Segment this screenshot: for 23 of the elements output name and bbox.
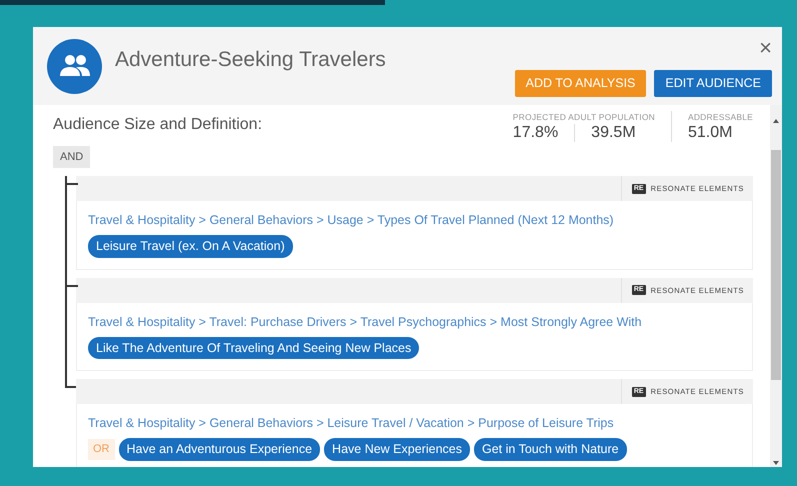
operator-tag: OR <box>88 439 114 460</box>
scrollbar-thumb[interactable] <box>771 150 781 380</box>
value-chip[interactable]: Get in Touch with Nature <box>474 438 627 461</box>
scroll-up-icon[interactable] <box>773 119 779 123</box>
stat-value: 51.0M <box>688 124 732 142</box>
stat-label: ADDRESSABLE <box>688 111 753 124</box>
close-button[interactable]: × <box>759 37 772 59</box>
scroll-down-icon[interactable] <box>773 461 779 465</box>
category-path[interactable]: Travel & Hospitality > General Behaviors > Usage > Types Of Travel Planned (Next 12 Months) <box>88 211 741 230</box>
stat-label: PROJECTED ADULT POPULATION <box>512 111 655 124</box>
value-chip[interactable]: Like The Adventure Of Traveling And Seeing New Places <box>88 336 420 360</box>
category-path[interactable]: Travel & Hospitality > General Behaviors > Leisure Travel / Vacation > Purpose of Leisure Trips <box>88 414 741 433</box>
scrollbar[interactable] <box>770 105 782 467</box>
value-chip[interactable]: Leisure Travel (ex. On A Vacation) <box>88 235 293 258</box>
stat-value: 39.5M <box>591 124 636 142</box>
category-path[interactable]: Travel & Hospitality > Travel: Purchase Drivers > Travel Psychographics > Most Strongly Agree With <box>88 312 741 332</box>
action-button[interactable]: EDIT AUDIENCE <box>654 70 772 97</box>
section-title: Audience Size and Definition: <box>53 115 262 135</box>
logic-tag: AND <box>53 146 90 168</box>
value-chip[interactable]: Have an Adventurous Experience <box>118 438 320 461</box>
stat-value: 17.8% <box>512 124 558 142</box>
value-chip[interactable]: Have New Experiences <box>324 438 470 461</box>
modal-title: Adventure-Seeking Travelers <box>115 47 386 74</box>
